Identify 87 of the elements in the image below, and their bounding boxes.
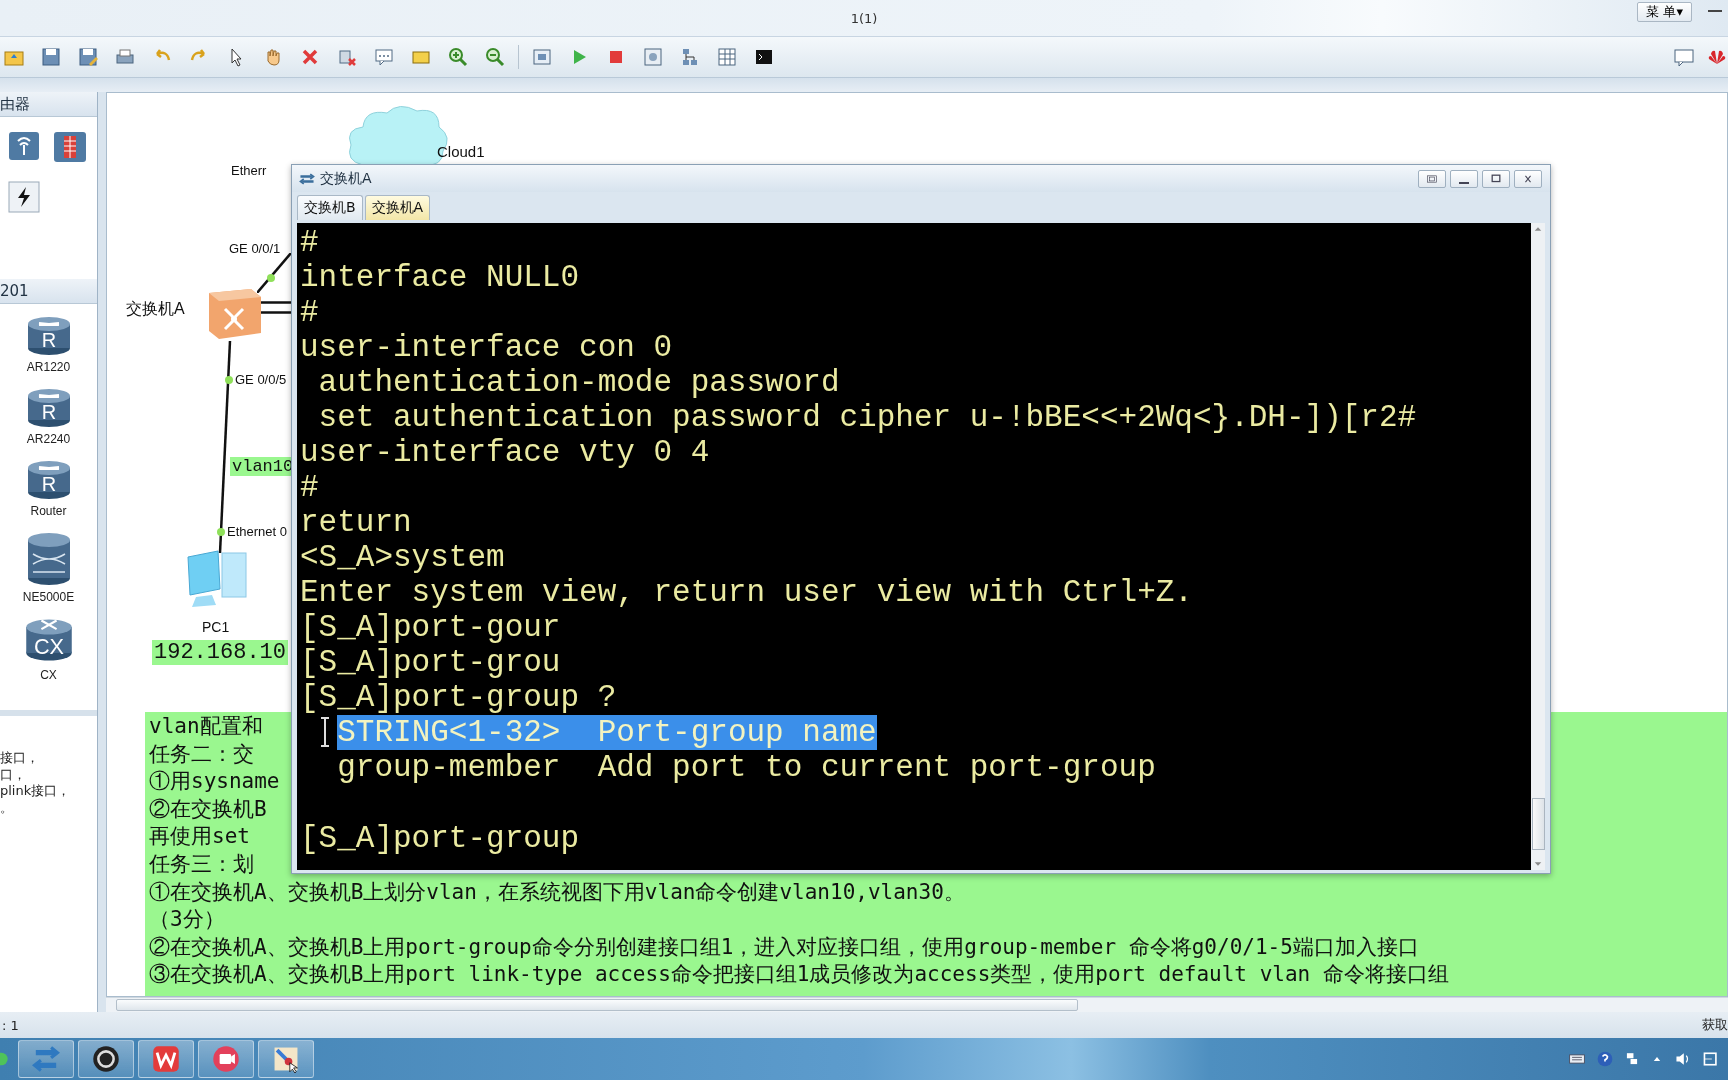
link-line — [261, 301, 291, 304]
status-text: : 1 — [2, 1017, 19, 1033]
terminal-line: [S_A]port-group ? — [300, 680, 618, 715]
help-text: 接口， — [0, 750, 40, 767]
terminal-line: <S_A>system — [300, 540, 506, 575]
comment-icon — [373, 46, 395, 68]
chat-icon — [1673, 46, 1695, 68]
help-text: 。 — [0, 799, 14, 816]
firewall-icon[interactable] — [53, 131, 87, 163]
terminal-line: user-interface con 0 — [300, 330, 674, 365]
note-text: ①用sysname — [149, 768, 280, 796]
note-text: （3分） — [149, 906, 225, 934]
flag-icon — [1702, 1050, 1720, 1068]
capture-icon — [642, 46, 664, 68]
network-icon — [1624, 1051, 1640, 1067]
note-text: ②在交换机A、交换机B上用port-group命令分别创建接口组1，进入对应接口组，使用group-member 命令将g0/0/1-5端口加入接口 — [149, 933, 1419, 961]
note-text: vlan配置和 — [149, 713, 263, 740]
link-line — [261, 311, 291, 314]
terminal-line: interface NULL0 — [300, 260, 581, 295]
port-dot-icon — [217, 528, 225, 536]
terminal-line: Enter system view, return user view with Ctrl+Z. — [300, 575, 1194, 610]
terminal-line: # — [300, 470, 320, 505]
minimize-button[interactable] — [1450, 169, 1478, 188]
window-title: 交换机A — [320, 169, 372, 188]
device-label[interactable]: CX — [40, 668, 57, 682]
terminal-line: [S_A]port-grou — [300, 645, 562, 680]
office-app-icon — [152, 1045, 180, 1073]
maximize-button[interactable] — [1482, 169, 1510, 188]
terminal-line: # — [300, 295, 320, 330]
tab[interactable]: 交换机A — [364, 195, 431, 220]
note-text: 再使用set — [149, 823, 250, 851]
help-text: plink接口， — [0, 783, 72, 800]
note-text: ③在交换机A、交换机B上用port link-type access命令把接口组1成员修改为access类型，使用port default vlan 命令将接口组 — [149, 961, 1449, 989]
device-label[interactable]: NE5000E — [22, 590, 75, 604]
node-label: Cloud1 — [437, 143, 485, 160]
terminal-line: [S_A]port-group — [300, 820, 1531, 856]
port-label: GE 0/0/5 — [235, 372, 287, 387]
restore-button[interactable] — [1418, 169, 1446, 188]
port-dot-icon — [225, 376, 233, 384]
status-text: 获取 — [1702, 1016, 1728, 1034]
note-label: 192.168.10 — [152, 640, 289, 665]
terminal-line: return — [300, 505, 413, 540]
panel-header: 由器 — [0, 92, 97, 117]
window-title: 1(1) — [850, 10, 878, 26]
lightning-icon[interactable] — [8, 181, 40, 213]
scroll-thumb[interactable] — [116, 999, 1078, 1011]
panel-header: 201 — [0, 279, 97, 304]
note-text: 任务二：交 — [149, 740, 254, 768]
taskbar-app[interactable] — [78, 1040, 134, 1078]
terminal-line: user-interface vty 0 4 — [300, 435, 711, 470]
terminal-line: authentication-mode password — [317, 365, 841, 400]
menu-button[interactable]: 菜 单▾ — [1637, 2, 1692, 22]
wireless-icon[interactable] — [8, 131, 40, 161]
device-label[interactable]: AR2240 — [26, 432, 71, 446]
camera-app-icon — [212, 1045, 240, 1073]
save-as-icon — [77, 46, 99, 68]
link-line — [257, 253, 291, 293]
minimize-icon — [1459, 181, 1469, 184]
paint-app-icon — [272, 1045, 300, 1073]
recorder-app-icon — [92, 1045, 120, 1073]
fit-icon — [531, 46, 553, 68]
zoom-in-icon — [447, 46, 469, 68]
note-text: ①在交换机A、交换机B上划分vlan，在系统视图下用vlan命令创建vlan10,vlan30。 — [149, 878, 965, 906]
scroll-thumb[interactable] — [1532, 798, 1545, 850]
terminal-line: set authentication password cipher u-!bBE<<+2Wq<}.DH-])[r2# — [317, 400, 1418, 435]
close-button[interactable] — [1514, 169, 1542, 188]
node-label: PC1 — [202, 619, 230, 635]
network-app-icon — [32, 1045, 60, 1073]
note-text: 任务三：划 — [149, 850, 254, 878]
port-label: Etherr — [231, 163, 267, 178]
device-label[interactable]: AR1220 — [26, 360, 71, 374]
terminal-line: [S_A]port-gour — [300, 610, 562, 645]
save-icon — [40, 46, 62, 68]
terminal-line: # — [300, 225, 320, 260]
grid-icon — [716, 46, 738, 68]
node-label: 交换机A — [126, 299, 185, 319]
text-cursor-icon — [320, 717, 330, 747]
help-icon — [1596, 1050, 1614, 1068]
port-dot-icon — [267, 274, 275, 282]
port-label: Ethernet 0 — [227, 524, 287, 539]
device-label[interactable]: Router — [30, 504, 67, 518]
terminal-line: group-member Add port to current port-group — [336, 750, 1157, 785]
note-text: ②在交换机B — [149, 795, 267, 823]
port-label: GE 0/0/1 — [229, 241, 281, 256]
tab[interactable]: 交换机B — [297, 195, 363, 220]
zoom-out-icon — [484, 46, 506, 68]
help-text: 口， — [0, 766, 27, 783]
